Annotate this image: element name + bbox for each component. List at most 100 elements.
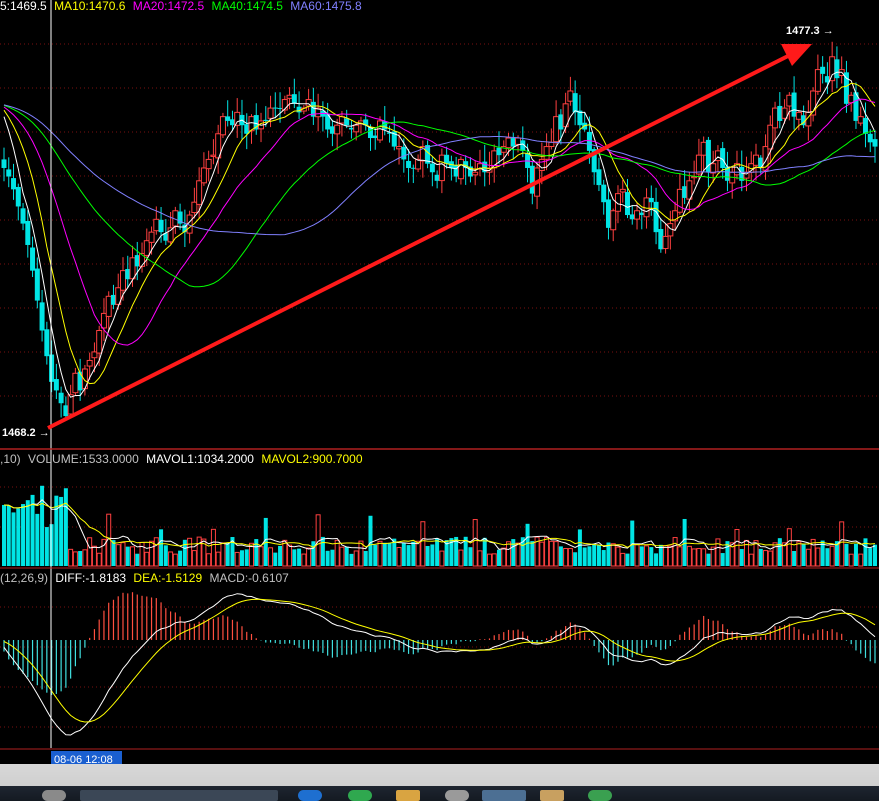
volume-bar — [558, 546, 563, 566]
volume-bar — [649, 547, 654, 566]
volume-bar — [120, 542, 126, 567]
volume-bar — [863, 538, 868, 566]
volume-bar — [515, 542, 521, 567]
volume-bar — [715, 538, 721, 567]
candle-body — [843, 72, 849, 104]
chat-icon[interactable] — [348, 790, 372, 801]
volume-bar — [40, 485, 45, 566]
volume-bar — [68, 548, 74, 567]
candle-body — [191, 201, 198, 214]
volume-bar — [292, 549, 297, 566]
volume-bar — [491, 553, 497, 567]
start-icon[interactable] — [42, 790, 66, 801]
volume-bar — [677, 546, 683, 567]
volume-bar — [553, 541, 559, 567]
volume-bar — [278, 545, 283, 566]
browser-icon[interactable] — [298, 790, 322, 801]
folder-icon[interactable] — [396, 790, 420, 801]
volume-bar — [573, 552, 578, 566]
dea-line — [3, 598, 876, 723]
app-icon[interactable] — [445, 790, 469, 801]
candle-body — [110, 294, 116, 305]
candle-body — [153, 218, 160, 232]
volume-bar — [91, 545, 97, 567]
active-app-icon[interactable] — [482, 790, 526, 801]
volume-bar — [701, 548, 707, 567]
candle-body — [91, 351, 98, 359]
volume-bar — [30, 494, 35, 566]
diff-value: DIFF:-1.8183 — [55, 571, 126, 585]
kline-chart[interactable]: 5:1469.5 MA10:1470.6 MA20:1472.5 MA40:14… — [0, 0, 879, 764]
candle-body — [234, 111, 241, 126]
volume-legend: ,10) VOLUME:1533.0000 MAVOL1:1034.2000 M… — [0, 452, 363, 466]
candle-body — [505, 137, 512, 149]
crosshair-time-label: 08-06 12:08 — [54, 754, 113, 764]
volume-bar — [234, 551, 240, 567]
volume-bar — [16, 508, 21, 566]
volume-bar — [844, 543, 849, 566]
volume-bar — [654, 553, 659, 566]
candle-body — [434, 174, 440, 181]
volume-bar — [373, 544, 378, 566]
volume-bar — [805, 548, 811, 567]
task-window-icon[interactable] — [80, 790, 278, 801]
volume-bar — [425, 545, 430, 566]
volume-bar — [458, 549, 464, 567]
candle-body — [781, 107, 788, 119]
volume-bar — [539, 541, 545, 567]
trend-arrow — [47, 52, 793, 430]
volume-bar — [96, 552, 102, 567]
candle-body — [58, 392, 64, 404]
volume-bar — [320, 536, 325, 566]
candle-body — [758, 157, 764, 168]
candle-body — [6, 169, 12, 177]
candle-body — [753, 154, 760, 166]
candle-body — [200, 167, 207, 184]
ma5-value: 5:1469.5 — [0, 0, 47, 13]
volume-bar — [420, 521, 426, 567]
volume-bar — [767, 550, 773, 567]
candle-body — [515, 137, 522, 145]
volume-bar — [530, 541, 535, 566]
volume-bar — [577, 529, 582, 566]
diff-line — [3, 593, 876, 736]
candle-body — [553, 116, 560, 143]
candle-body — [272, 107, 278, 109]
volume-bar — [2, 504, 6, 566]
candle-body — [862, 117, 868, 134]
volume-bar — [130, 546, 136, 567]
volume-bar — [720, 553, 725, 566]
volume-bar — [691, 548, 697, 567]
volume-bar — [663, 545, 669, 567]
volume-bar — [796, 541, 802, 567]
high-price-label: 1477.3 → — [786, 25, 834, 37]
indicator-lines — [3, 499, 876, 736]
candle-body — [267, 107, 274, 119]
document-icon[interactable] — [540, 790, 564, 801]
volume-bar — [786, 528, 792, 567]
candle-body — [44, 329, 50, 357]
candle-body — [786, 94, 793, 107]
volume-bar — [49, 524, 54, 566]
candle-body — [444, 154, 450, 164]
candle-body — [829, 56, 836, 82]
volume-bar — [815, 547, 821, 567]
dea-value: DEA:-1.5129 — [133, 571, 202, 585]
volume-bar — [477, 550, 483, 567]
macd-value: MACD:-0.6107 — [209, 571, 289, 585]
volume-bar — [149, 540, 155, 567]
candle-body — [558, 114, 564, 130]
candle-body — [196, 180, 203, 205]
volume-bar — [734, 529, 740, 567]
candle-body — [567, 90, 574, 102]
volume-bars — [2, 485, 877, 567]
candle-body — [619, 188, 626, 193]
volume-bar — [435, 538, 440, 566]
volume-bar — [748, 553, 754, 567]
candle-body — [872, 139, 878, 147]
candle-body — [158, 219, 164, 233]
green-app-icon[interactable] — [588, 790, 612, 801]
volume-bar — [273, 552, 278, 566]
volume-bar — [297, 548, 302, 566]
candle-body — [867, 133, 873, 143]
